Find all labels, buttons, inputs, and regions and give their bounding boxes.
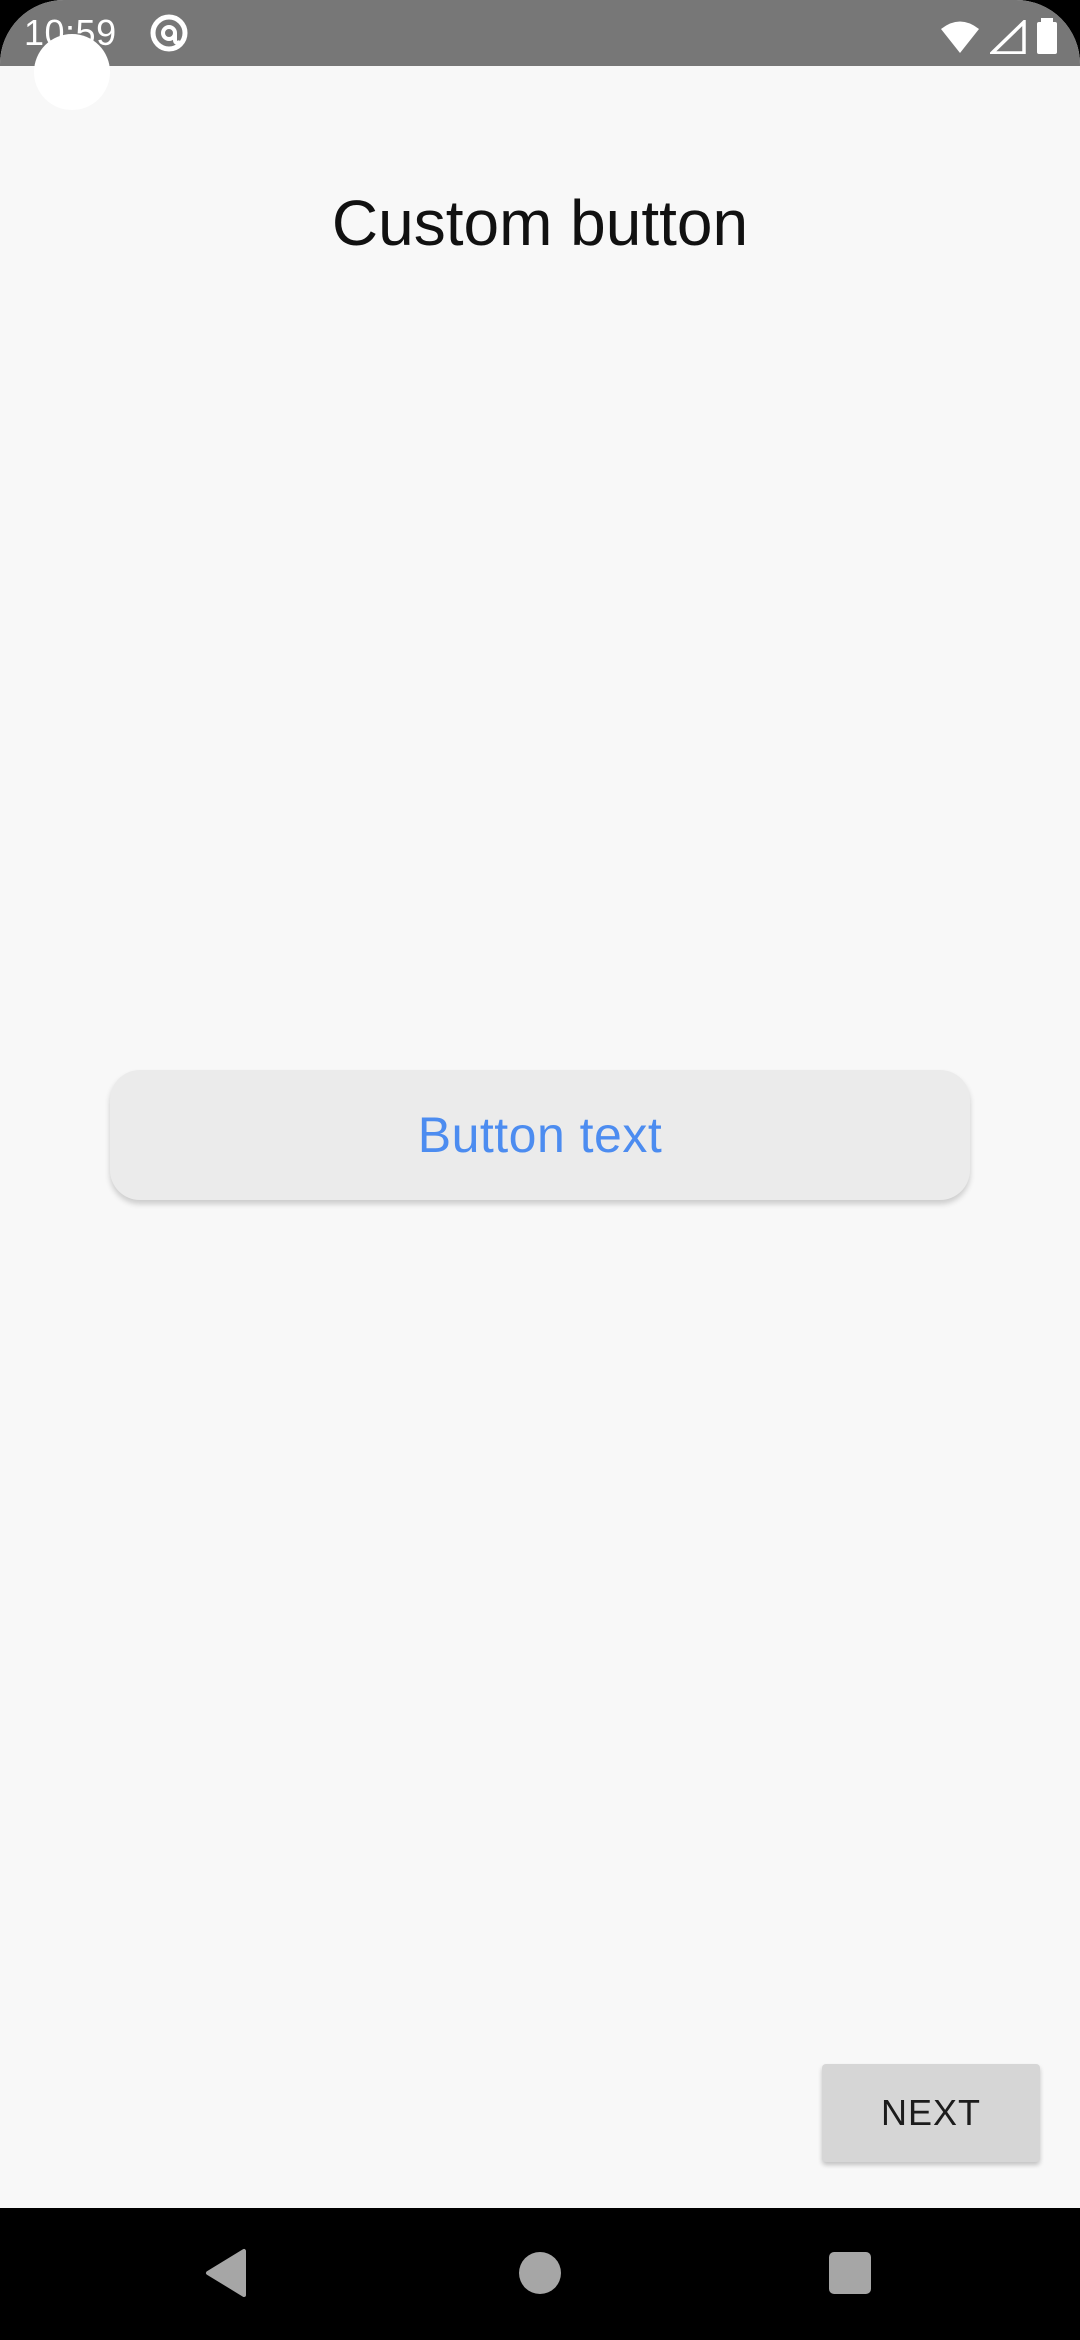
page-title: Custom button	[331, 187, 749, 259]
camera-cutout	[34, 34, 110, 110]
back-icon[interactable]	[204, 2248, 248, 2303]
custom-button-label: Button text	[417, 1107, 663, 1163]
home-icon[interactable]	[519, 2252, 561, 2294]
app-screen: 10:59 Custom button Button text NEXT	[0, 0, 1080, 2340]
next-button-label: NEXT	[880, 2092, 981, 2133]
status-bar: 10:59	[0, 0, 1080, 66]
wifi-icon	[940, 20, 980, 54]
at-sign-icon	[148, 12, 190, 54]
next-button[interactable]: NEXT	[822, 2064, 1040, 2162]
battery-icon	[1036, 18, 1058, 54]
signal-icon	[990, 20, 1026, 54]
navigation-bar	[0, 2208, 1080, 2340]
status-icons	[940, 14, 1058, 54]
custom-button[interactable]: Button text	[110, 1070, 970, 1200]
recents-icon[interactable]	[829, 2252, 871, 2294]
